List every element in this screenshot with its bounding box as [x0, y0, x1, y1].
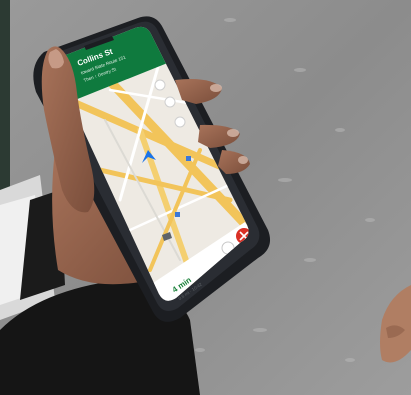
left-edge-object: [0, 0, 10, 200]
photo-scene: [0, 0, 411, 395]
mic-icon[interactable]: [174, 116, 186, 128]
sound-icon[interactable]: [164, 96, 176, 108]
map-marker: [186, 156, 191, 161]
map-marker: [175, 212, 180, 217]
compass-icon[interactable]: [154, 79, 166, 91]
